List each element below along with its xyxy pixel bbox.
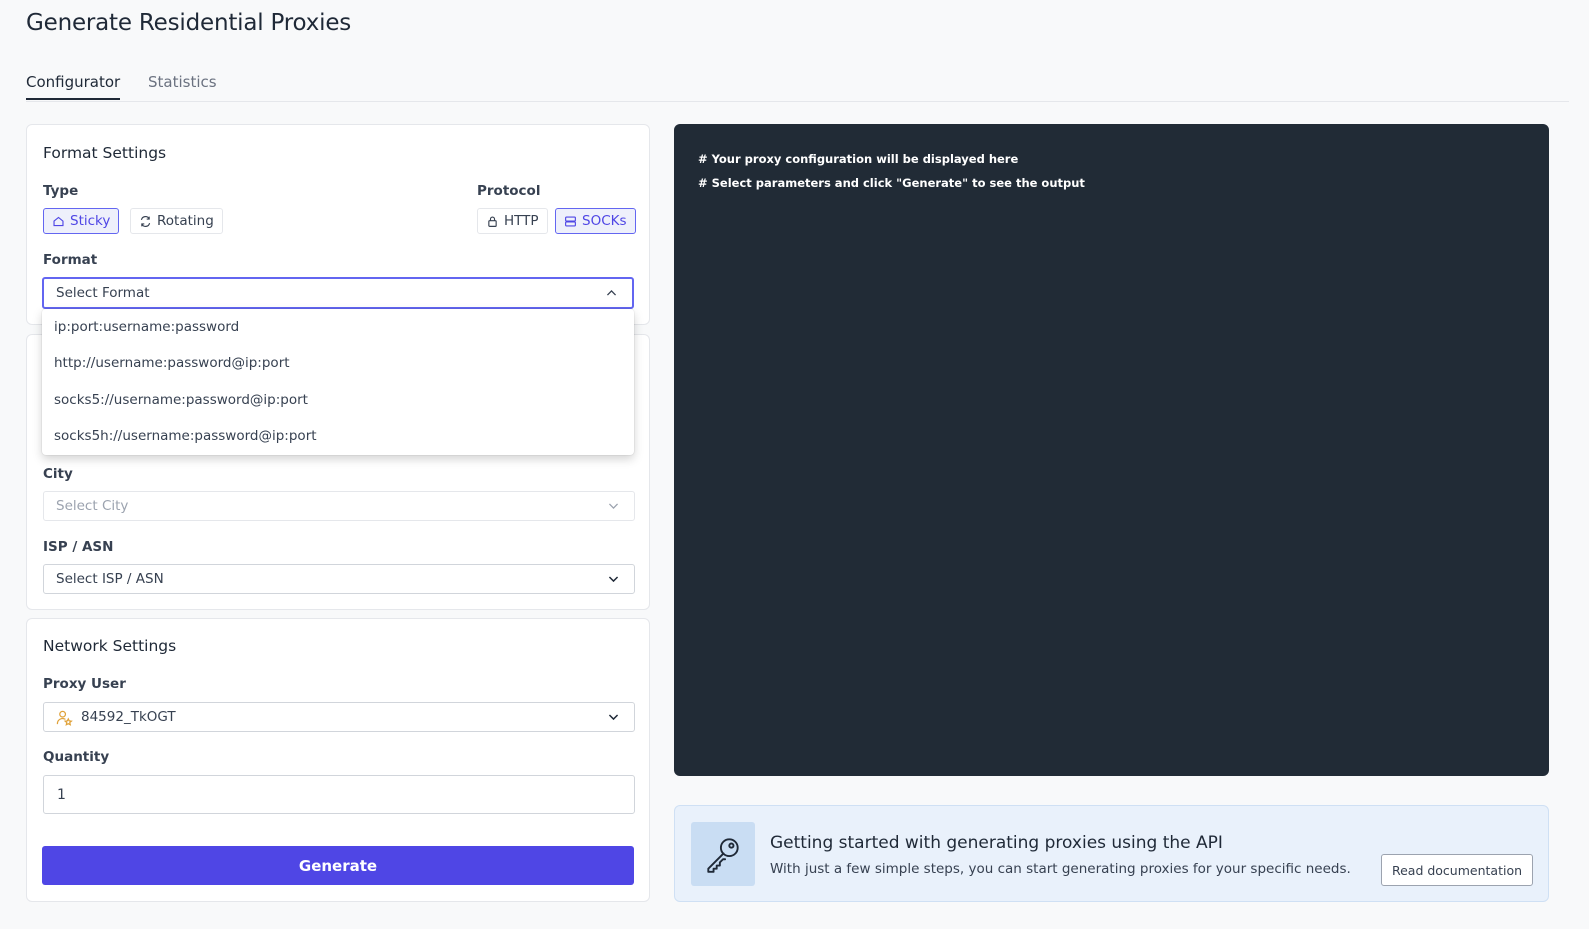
protocol-http-label: HTTP xyxy=(504,213,539,229)
type-sticky-label: Sticky xyxy=(70,213,111,229)
city-label: City xyxy=(43,466,73,482)
protocol-http-button[interactable]: HTTP xyxy=(477,208,548,234)
type-sticky-button[interactable]: Sticky xyxy=(43,208,120,234)
key-icon xyxy=(707,838,739,873)
type-label: Type xyxy=(43,183,79,199)
chevron-down-icon xyxy=(608,714,619,721)
api-banner-subtitle: With just a few simple steps, you can st… xyxy=(770,861,1351,877)
refresh-icon xyxy=(140,215,151,227)
chevron-down-icon xyxy=(608,576,619,583)
tab-bar: Configurator Statistics xyxy=(26,70,1569,102)
format-option[interactable]: socks5h://username:password@ip:port xyxy=(42,418,634,454)
city-select[interactable]: Select City xyxy=(43,491,635,521)
protocol-label: Protocol xyxy=(477,183,541,199)
protocol-socks-button[interactable]: SOCKs xyxy=(555,208,636,234)
type-rotating-button[interactable]: Rotating xyxy=(130,208,223,234)
output-line: # Your proxy configuration will be displ… xyxy=(698,152,1019,166)
format-select[interactable]: Select Format xyxy=(42,277,634,309)
quantity-label: Quantity xyxy=(43,749,110,765)
network-settings-title: Network Settings xyxy=(43,637,177,655)
isp-select-value: Select ISP / ASN xyxy=(56,571,164,587)
chevron-up-icon xyxy=(606,290,617,296)
api-banner: Getting started with generating proxies … xyxy=(674,805,1549,902)
isp-label: ISP / ASN xyxy=(43,539,114,555)
key-icon-box xyxy=(691,822,755,886)
tab-statistics[interactable]: Statistics xyxy=(148,73,217,100)
page-title: Generate Residential Proxies xyxy=(26,10,352,36)
lock-icon xyxy=(488,215,497,227)
format-option[interactable]: http://username:password@ip:port xyxy=(42,345,634,381)
protocol-socks-label: SOCKs xyxy=(582,213,627,229)
proxy-user-label: Proxy User xyxy=(43,676,126,692)
server-icon xyxy=(565,215,576,227)
api-banner-title: Getting started with generating proxies … xyxy=(770,833,1223,853)
generate-button[interactable]: Generate xyxy=(42,846,634,885)
format-label: Format xyxy=(43,252,98,268)
quantity-input[interactable]: 1 xyxy=(43,775,635,814)
format-dropdown-menu: ip:port:username:password http://usernam… xyxy=(42,309,634,455)
output-line: # Select parameters and click "Generate"… xyxy=(698,176,1085,190)
read-documentation-button[interactable]: Read documentation xyxy=(1381,854,1533,886)
isp-select[interactable]: Select ISP / ASN xyxy=(43,564,635,594)
tab-configurator[interactable]: Configurator xyxy=(26,73,121,100)
output-panel: # Your proxy configuration will be displ… xyxy=(674,124,1549,776)
format-settings-title: Format Settings xyxy=(43,144,167,162)
type-rotating-label: Rotating xyxy=(157,213,214,229)
format-option[interactable]: ip:port:username:password xyxy=(42,309,634,345)
user-star-icon xyxy=(56,710,73,726)
city-select-value: Select City xyxy=(56,498,129,514)
proxy-user-value: 84592_TkOGT xyxy=(81,709,176,725)
format-option[interactable]: socks5://username:password@ip:port xyxy=(42,382,634,418)
format-select-value: Select Format xyxy=(56,285,150,301)
home-icon xyxy=(53,216,64,226)
chevron-down-icon xyxy=(608,503,619,509)
proxy-user-select[interactable]: 84592_TkOGT xyxy=(43,702,635,732)
